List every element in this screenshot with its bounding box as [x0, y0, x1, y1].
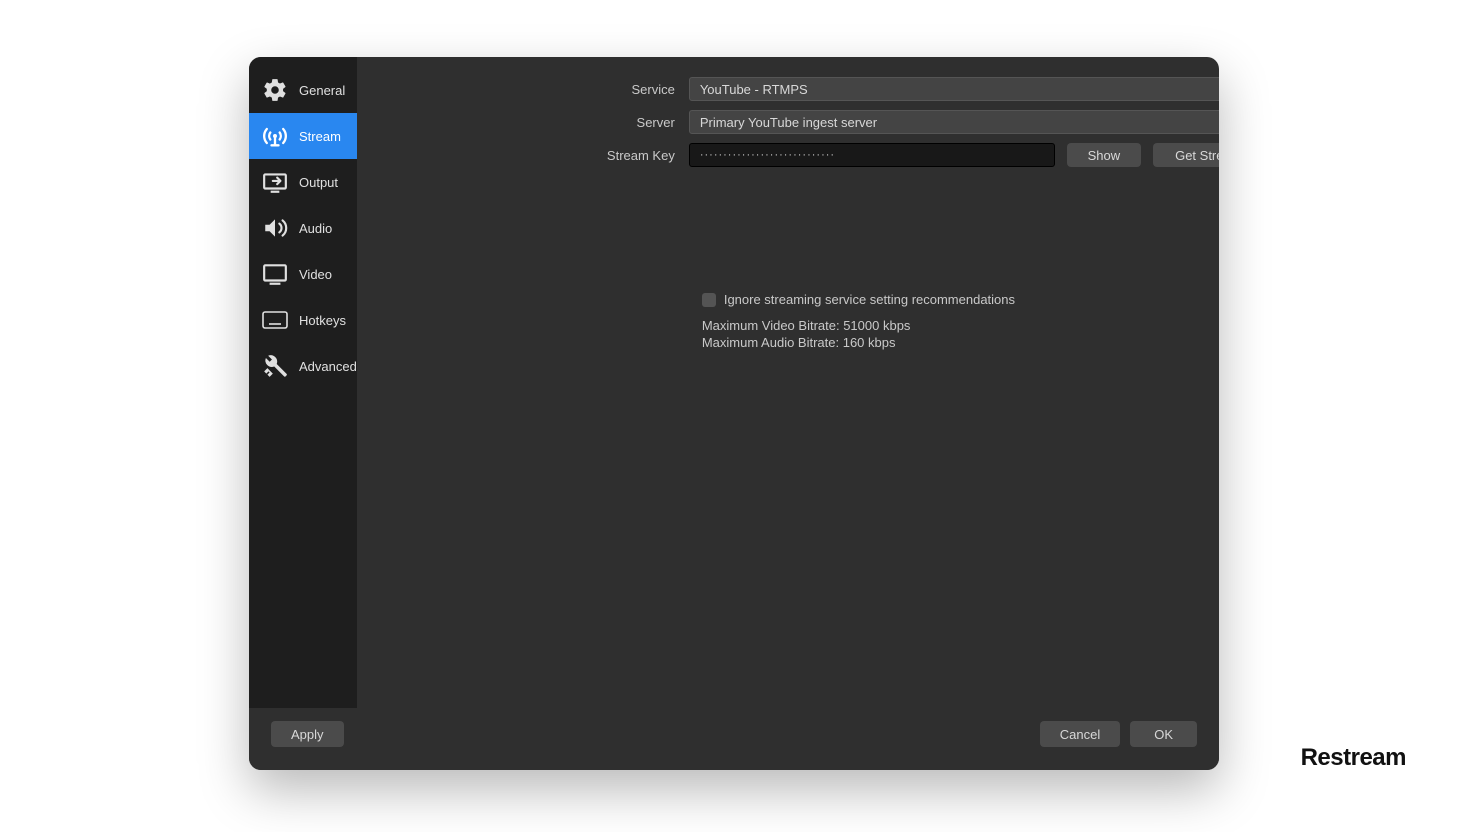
sidebar-item-label: Video [299, 267, 332, 282]
window-body: General Stream Output Audio [249, 57, 1219, 708]
advanced-icon [261, 352, 289, 380]
settings-sidebar: General Stream Output Audio [249, 57, 357, 708]
sidebar-item-video[interactable]: Video [249, 251, 357, 297]
stream-key-masked: ····························· [700, 149, 835, 161]
stream-key-row: Stream Key ·····························… [357, 143, 1219, 167]
sidebar-item-label: Hotkeys [299, 313, 346, 328]
hotkeys-icon [261, 306, 289, 334]
sidebar-item-label: General [299, 83, 345, 98]
sidebar-item-label: Audio [299, 221, 332, 236]
restream-watermark: Restream [1301, 744, 1406, 772]
service-label: Service [357, 82, 689, 97]
sidebar-item-label: Output [299, 175, 338, 190]
server-row: Server Primary YouTube ingest server [357, 110, 1219, 134]
sidebar-item-label: Stream [299, 129, 341, 144]
stream-info-block: Ignore streaming service setting recomme… [357, 291, 1219, 352]
cancel-button[interactable]: Cancel [1040, 721, 1120, 747]
server-label: Server [357, 115, 689, 130]
max-audio-bitrate-text: Maximum Audio Bitrate: 160 kbps [702, 334, 1219, 352]
sidebar-item-general[interactable]: General [249, 67, 357, 113]
service-value: YouTube - RTMPS [700, 82, 808, 97]
service-row: Service YouTube - RTMPS [357, 77, 1219, 101]
video-icon [261, 260, 289, 288]
ignore-recommendations-checkbox[interactable] [702, 293, 716, 307]
show-button[interactable]: Show [1067, 143, 1141, 167]
ignore-recommendations-label: Ignore streaming service setting recomme… [724, 291, 1015, 309]
sidebar-item-audio[interactable]: Audio [249, 205, 357, 251]
sidebar-item-stream[interactable]: Stream [249, 113, 357, 159]
server-select[interactable]: Primary YouTube ingest server [689, 110, 1219, 134]
server-value: Primary YouTube ingest server [700, 115, 877, 130]
stream-icon [261, 122, 289, 150]
settings-panel-stream: Service YouTube - RTMPS Server Primary Y… [357, 57, 1219, 708]
audio-icon [261, 214, 289, 242]
max-video-bitrate-text: Maximum Video Bitrate: 51000 kbps [702, 317, 1219, 335]
gear-icon [261, 76, 289, 104]
sidebar-item-label: Advanced [299, 359, 357, 374]
settings-window: General Stream Output Audio [249, 57, 1219, 770]
stream-key-label: Stream Key [357, 148, 689, 163]
ok-button[interactable]: OK [1130, 721, 1197, 747]
get-stream-key-button[interactable]: Get Stream Key [1153, 143, 1219, 167]
sidebar-item-advanced[interactable]: Advanced [249, 343, 357, 389]
ignore-recommendations-row: Ignore streaming service setting recomme… [702, 291, 1219, 309]
service-select[interactable]: YouTube - RTMPS [689, 77, 1219, 101]
settings-footer: Apply Cancel OK [249, 708, 1219, 770]
sidebar-item-hotkeys[interactable]: Hotkeys [249, 297, 357, 343]
sidebar-item-output[interactable]: Output [249, 159, 357, 205]
stream-key-input[interactable]: ····························· [689, 143, 1055, 167]
apply-button[interactable]: Apply [271, 721, 344, 747]
output-icon [261, 168, 289, 196]
